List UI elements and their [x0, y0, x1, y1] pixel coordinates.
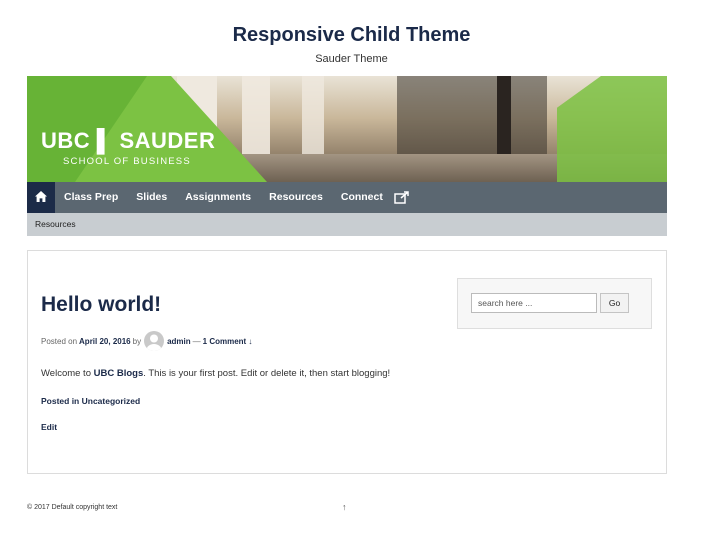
post-container: Hello world! Posted on April 20, 2016 by…: [27, 250, 667, 474]
footer-copyright: © 2017 Default copyright text: [27, 504, 118, 511]
logo-sub-text: SCHOOL OF BUSINESS: [63, 156, 191, 167]
author-avatar: [144, 331, 165, 351]
nav-item-connect[interactable]: Connect: [332, 182, 392, 213]
ubc-sauder-logo: UBC ▌ SAUDER SCHOOL OF BUSINESS: [41, 128, 216, 168]
search-widget: Go: [457, 278, 652, 329]
main-navigation: Class Prep Slides Assignments Resources …: [27, 182, 667, 213]
excerpt-text-before: Welcome to: [41, 368, 94, 379]
logo-main-text: UBC ▌ SAUDER: [41, 128, 216, 153]
comments-link[interactable]: 1 Comment ↓: [203, 337, 253, 346]
post-meta: Posted on April 20, 2016 by admin — 1 Co…: [41, 331, 252, 351]
post-excerpt: Welcome to UBC Blogs. This is your first…: [41, 368, 390, 379]
excerpt-text-after: . This is your first post. Edit or delet…: [143, 368, 391, 379]
scroll-top-link[interactable]: ↑: [342, 502, 347, 512]
ubc-blogs-link[interactable]: UBC Blogs: [94, 368, 144, 379]
site-description: Sauder Theme: [315, 53, 388, 65]
subnav-item-resources[interactable]: Resources: [35, 219, 76, 229]
nav-home-button[interactable]: [27, 182, 55, 213]
nav-item-assignments[interactable]: Assignments: [176, 182, 260, 213]
edit-link[interactable]: Edit: [41, 422, 57, 432]
home-icon: [35, 189, 47, 207]
search-go-button[interactable]: Go: [600, 293, 629, 313]
posted-in-category[interactable]: Posted in Uncategorized: [41, 396, 140, 406]
post-date[interactable]: April 20, 2016: [79, 337, 131, 346]
sub-navigation: Resources: [27, 213, 667, 236]
search-input[interactable]: [471, 293, 597, 313]
header-banner: UBC ▌ SAUDER SCHOOL OF BUSINESS: [27, 76, 667, 182]
posted-on-label: Posted on: [41, 336, 78, 346]
nav-item-class-prep[interactable]: Class Prep: [55, 182, 127, 213]
author-link[interactable]: admin: [167, 337, 191, 346]
external-link-icon[interactable]: [394, 191, 410, 204]
nav-item-resources[interactable]: Resources: [260, 182, 332, 213]
by-label: by: [132, 336, 142, 346]
post-title[interactable]: Hello world!: [41, 293, 161, 317]
site-title[interactable]: Responsive Child Theme: [0, 24, 703, 47]
nav-item-slides[interactable]: Slides: [127, 182, 176, 213]
meta-separator: —: [192, 336, 201, 346]
